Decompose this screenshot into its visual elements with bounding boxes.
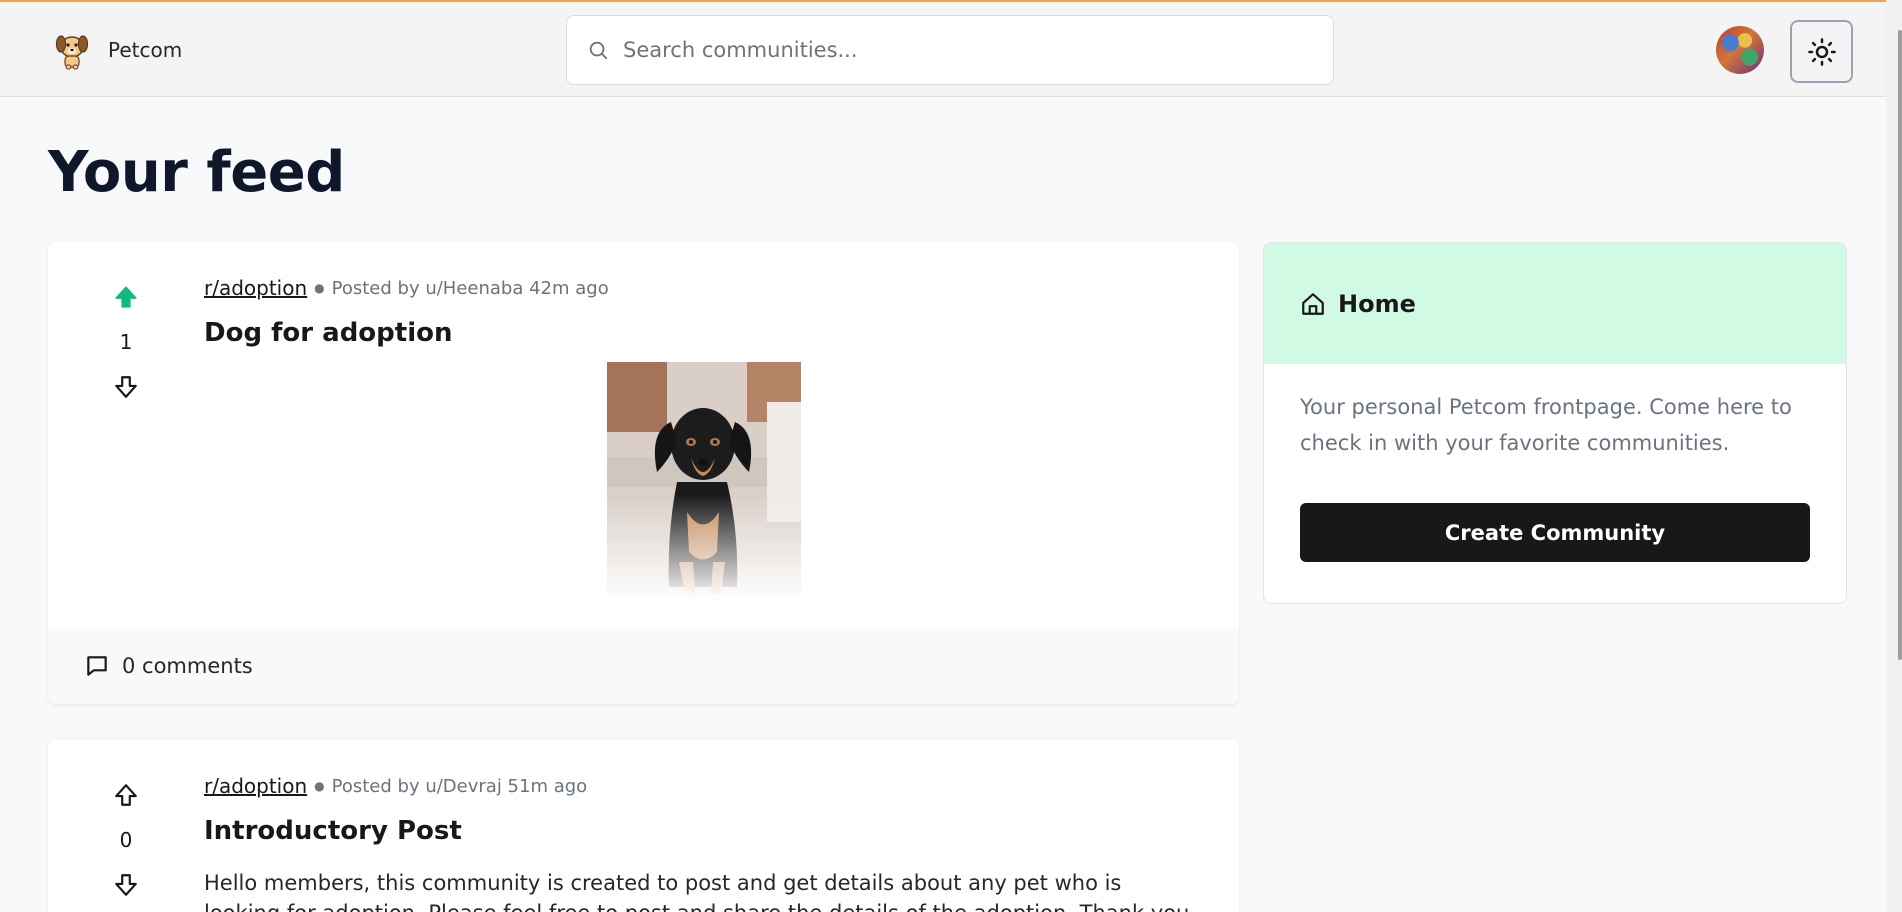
meta-separator: ● [314, 281, 325, 295]
downvote-button[interactable] [109, 868, 143, 902]
subreddit-link[interactable]: r/adoption [204, 774, 307, 798]
vote-count: 1 [119, 330, 133, 354]
arrow-up-icon [115, 784, 137, 806]
post-meta: r/adoption ● Posted by u/Heenaba 42m ago [204, 276, 609, 300]
create-community-button[interactable]: Create Community [1300, 503, 1810, 562]
arrow-down-icon [115, 376, 137, 398]
navbar: Petcom [0, 2, 1902, 97]
meta-separator: ● [314, 779, 325, 793]
post-card: 1 r/adoption ● Posted by u/Heenaba 42m a… [48, 242, 1239, 704]
search-bar[interactable] [566, 15, 1334, 85]
page-title: Your feed [48, 140, 345, 205]
vote-count: 0 [119, 828, 133, 852]
sidebar-description: Your personal Petcom frontpage. Come her… [1300, 395, 1792, 455]
arrow-down-icon [115, 874, 137, 896]
brand-link[interactable]: Petcom [54, 30, 182, 70]
comment-icon[interactable] [84, 653, 110, 679]
home-sidebar-card: Home Your personal Petcom frontpage. Com… [1263, 242, 1847, 604]
post-body: Hello members, this community is created… [204, 871, 1196, 912]
post-meta: r/adoption ● Posted by u/Devraj 51m ago [204, 774, 587, 798]
home-icon [1302, 292, 1324, 315]
post-title[interactable]: Dog for adoption [204, 318, 453, 348]
scrollbar-thumb[interactable] [1898, 30, 1902, 660]
post-footer: 0 comments [48, 628, 1239, 704]
search-icon [589, 41, 608, 60]
dog-photo [607, 362, 801, 602]
vote-column: 0 [106, 778, 146, 902]
downvote-button[interactable] [109, 370, 143, 404]
post-card: 0 r/adoption ● Posted by u/Devraj 51m ag… [48, 740, 1239, 912]
arrow-up-icon [115, 286, 137, 308]
upvote-button[interactable] [109, 778, 143, 812]
post-author-time: Posted by u/Heenaba 42m ago [331, 277, 609, 299]
comments-count[interactable]: 0 comments [122, 654, 253, 678]
post-image[interactable] [607, 362, 801, 602]
user-avatar[interactable] [1716, 26, 1764, 74]
upvote-button[interactable] [109, 280, 143, 314]
sidebar-title: Home [1338, 289, 1416, 318]
brand-name: Petcom [108, 38, 183, 62]
sun-icon [1807, 37, 1836, 66]
subreddit-link[interactable]: r/adoption [204, 276, 307, 300]
theme-toggle-button[interactable] [1790, 20, 1853, 83]
search-input[interactable] [623, 38, 1303, 62]
post-title[interactable]: Introductory Post [204, 816, 462, 846]
post-author-time: Posted by u/Devraj 51m ago [331, 775, 588, 797]
sidebar-header: Home [1264, 243, 1846, 364]
dog-face-icon [55, 35, 89, 70]
vote-column: 1 [106, 280, 146, 404]
